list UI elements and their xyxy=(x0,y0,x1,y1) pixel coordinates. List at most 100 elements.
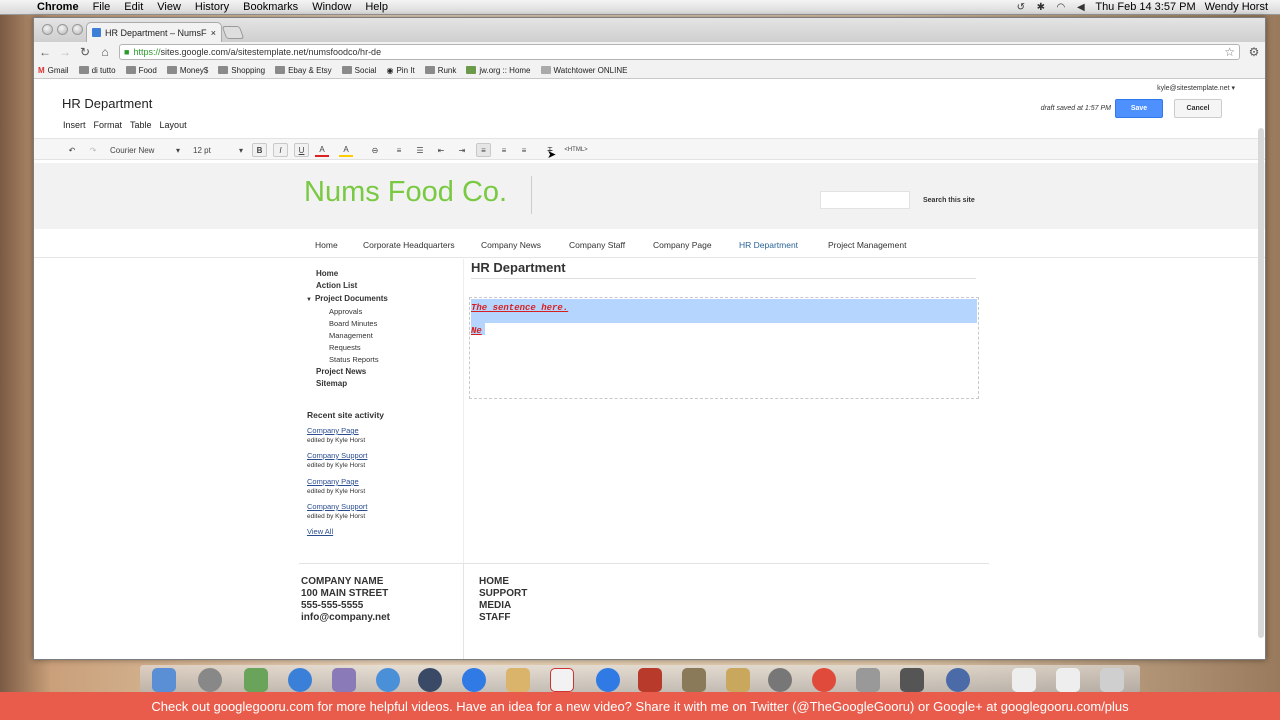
contacts-icon[interactable] xyxy=(506,668,530,692)
app-icon[interactable] xyxy=(900,668,924,692)
nav-company-news[interactable]: Company News xyxy=(481,240,541,250)
editor-text-line[interactable]: The sentence here. xyxy=(471,303,568,313)
sidebar-subitem-requests[interactable]: Requests xyxy=(329,343,361,352)
menu-history[interactable]: History xyxy=(188,1,236,13)
menu-edit[interactable]: Edit xyxy=(117,1,150,13)
wrench-menu-icon[interactable]: ⚙ xyxy=(1248,45,1260,59)
sidebar-item-project-news[interactable]: Project News xyxy=(316,367,366,376)
bookmark-watchtower[interactable]: Watchtower ONLINE xyxy=(540,66,627,75)
clock[interactable]: Thu Feb 14 3:57 PM xyxy=(1095,1,1195,13)
editor-text-line[interactable]: Ne xyxy=(471,326,482,336)
activity-link[interactable]: Company Support xyxy=(307,502,367,511)
bold-button[interactable]: B xyxy=(252,143,267,157)
bookmark-gmail[interactable]: M Gmail xyxy=(38,66,69,75)
menu-view[interactable]: View xyxy=(150,1,188,13)
menu-bookmarks[interactable]: Bookmarks xyxy=(236,1,305,13)
menu-format[interactable]: Format xyxy=(94,120,123,130)
sidebar-subitem-management[interactable]: Management xyxy=(329,331,373,340)
browser-tab[interactable]: HR Department – NumsFood × xyxy=(86,22,222,42)
facetime-icon[interactable] xyxy=(418,668,442,692)
safari-icon[interactable] xyxy=(376,668,400,692)
tool-icon[interactable] xyxy=(682,668,706,692)
address-bar[interactable]: ■ https://sites.google.com/a/sitestempla… xyxy=(119,44,1240,60)
activity-link[interactable]: Company Page xyxy=(307,426,359,435)
sidebar-subitem-status-reports[interactable]: Status Reports xyxy=(329,355,379,364)
nav-corporate-headquarters[interactable]: Corporate Headquarters xyxy=(363,240,455,250)
trash-icon[interactable] xyxy=(1100,668,1124,692)
footer-link-support[interactable]: SUPPORT xyxy=(479,588,527,600)
site-name[interactable]: Nums Food Co. xyxy=(304,176,507,209)
utility-icon[interactable] xyxy=(856,668,880,692)
bookmark-folder[interactable]: Food xyxy=(125,66,157,75)
minimize-window-icon[interactable] xyxy=(57,24,68,35)
menu-table[interactable]: Table xyxy=(130,120,152,130)
new-tab-button[interactable] xyxy=(221,26,245,39)
back-icon[interactable]: ← xyxy=(39,45,51,59)
indent-icon[interactable]: ⇥ xyxy=(456,143,468,157)
sidebar-item-action-list[interactable]: Action List xyxy=(316,281,357,290)
menu-layout[interactable]: Layout xyxy=(160,120,187,130)
menu-file[interactable]: File xyxy=(86,1,118,13)
italic-button[interactable]: I xyxy=(273,143,288,157)
footer-email[interactable]: info@company.net xyxy=(301,612,390,624)
align-right-icon[interactable]: ≡ xyxy=(518,143,530,157)
html-button[interactable]: <HTML> xyxy=(563,143,589,157)
align-left-icon[interactable]: ≡ xyxy=(476,143,491,157)
nav-project-management[interactable]: Project Management xyxy=(828,240,906,250)
sidebar-subitem-approvals[interactable]: Approvals xyxy=(329,307,362,316)
nav-hr-department[interactable]: HR Department xyxy=(739,240,798,250)
bookmark-folder[interactable]: Ebay & Etsy xyxy=(275,66,332,75)
site-search-input[interactable] xyxy=(820,191,910,209)
app-icon[interactable] xyxy=(946,668,970,692)
bulleted-list-icon[interactable]: ☰ xyxy=(414,143,426,157)
sidebar-item-project-documents[interactable]: ▼ Project Documents xyxy=(306,294,388,303)
menu-window[interactable]: Window xyxy=(305,1,358,13)
link-icon[interactable]: ⊖ xyxy=(368,143,382,157)
photo-booth-icon[interactable] xyxy=(638,668,662,692)
account-menu[interactable]: kyle@sitestemplate.net ▾ xyxy=(1157,84,1235,92)
sidebar-item-sitemap[interactable]: Sitemap xyxy=(316,379,347,388)
menu-app-name[interactable]: Chrome xyxy=(30,1,86,13)
document-icon[interactable] xyxy=(1056,668,1080,692)
activity-link[interactable]: Company Support xyxy=(307,451,367,460)
page-scrollbar[interactable] xyxy=(1258,128,1264,638)
cancel-button[interactable]: Cancel xyxy=(1174,99,1222,118)
bookmark-jw[interactable]: jw.org :: Home xyxy=(466,66,531,75)
bookmark-star-icon[interactable]: ☆ xyxy=(1224,45,1235,59)
system-preferences-icon[interactable] xyxy=(768,668,792,692)
chrome-icon[interactable] xyxy=(812,668,836,692)
zoom-window-icon[interactable] xyxy=(72,24,83,35)
bookmark-folder[interactable]: Social xyxy=(341,66,376,75)
underline-button[interactable]: U xyxy=(294,143,309,157)
forward-icon[interactable]: → xyxy=(59,45,71,59)
reload-icon[interactable]: ↻ xyxy=(79,45,91,59)
app-store-icon[interactable] xyxy=(288,668,312,692)
bookmark-pin-it[interactable]: ◉ Pin It xyxy=(386,66,414,75)
bookmark-folder[interactable]: Shopping xyxy=(218,66,265,75)
activity-link[interactable]: Company Page xyxy=(307,477,359,486)
close-window-icon[interactable] xyxy=(42,24,53,35)
launchpad-icon[interactable] xyxy=(198,668,222,692)
time-machine-icon[interactable]: ↺ xyxy=(1015,2,1026,12)
font-size-select[interactable]: 12 pt ▾ xyxy=(193,143,243,157)
undo-icon[interactable]: ↶ xyxy=(66,143,78,157)
footer-link-media[interactable]: MEDIA xyxy=(479,600,527,612)
highlight-color-icon[interactable]: A xyxy=(339,143,353,157)
sidebar-item-home[interactable]: Home xyxy=(316,269,338,278)
align-center-icon[interactable]: ≡ xyxy=(498,143,510,157)
menu-insert[interactable]: Insert xyxy=(63,120,86,130)
finder-icon[interactable] xyxy=(152,668,176,692)
content-editor[interactable]: The sentence here. Ne xyxy=(469,297,979,399)
save-button[interactable]: Save xyxy=(1115,99,1163,118)
wifi-icon[interactable]: ◠ xyxy=(1055,2,1066,12)
numbered-list-icon[interactable]: ≡ xyxy=(393,143,405,157)
close-tab-icon[interactable]: × xyxy=(211,28,216,38)
redo-icon[interactable]: ↷ xyxy=(87,143,99,157)
bookmark-folder[interactable]: di tutto xyxy=(78,66,116,75)
text-color-icon[interactable]: A xyxy=(315,143,329,157)
itunes-icon[interactable] xyxy=(596,668,620,692)
nav-company-page[interactable]: Company Page xyxy=(653,240,712,250)
activity-icon[interactable] xyxy=(244,668,268,692)
view-all-link[interactable]: View All xyxy=(307,527,333,536)
preview-icon[interactable] xyxy=(726,668,750,692)
